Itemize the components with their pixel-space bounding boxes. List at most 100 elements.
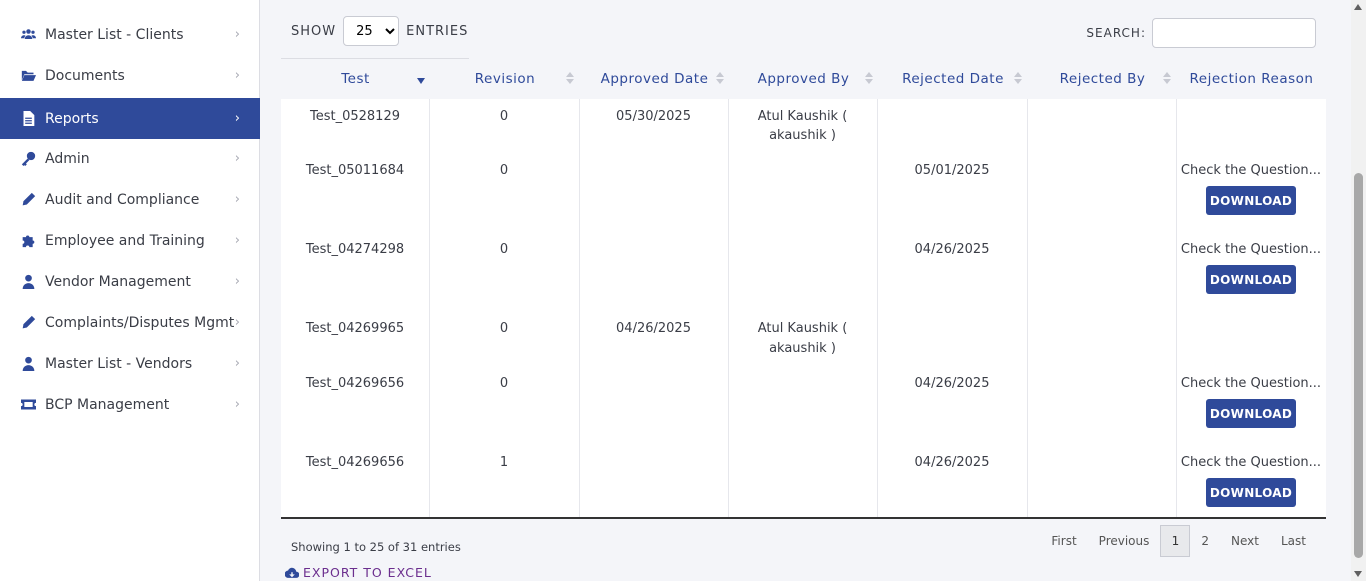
sidebar-item-admin[interactable]: Admin ›: [0, 138, 260, 179]
sidebar-item-label: Employee and Training: [45, 232, 205, 249]
sidebar-item-vendor-management[interactable]: Vendor Management ›: [0, 261, 260, 302]
sort-desc-icon[interactable]: [417, 78, 425, 84]
pager-last[interactable]: Last: [1270, 525, 1317, 557]
user-icon: [19, 273, 37, 291]
cell-test: Test_04274298: [305, 242, 405, 257]
chevron-right-icon: ›: [234, 233, 240, 248]
cell-revision: 0: [499, 242, 509, 257]
chevron-right-icon: ›: [234, 27, 240, 42]
cell-test: Test_05011684: [305, 163, 405, 178]
column-header-approved-date[interactable]: Approved Date: [580, 59, 729, 99]
sidebar-item-label: BCP Management: [45, 396, 170, 413]
reports-table-card: SHOW 25 ENTRIES SEARCH: Test Revision Ap…: [281, 0, 1326, 581]
chevron-right-icon: ›: [234, 397, 240, 412]
sidebar-item-master-list-vendors[interactable]: Master List - Vendors ›: [0, 343, 260, 384]
chevron-right-icon: ›: [234, 274, 240, 289]
sidebar-item-master-list-clients[interactable]: Master List - Clients ›: [0, 14, 260, 55]
sort-icon[interactable]: [1163, 72, 1171, 86]
search-label: SEARCH:: [1086, 26, 1146, 40]
cell-test: Test_0528129: [310, 109, 400, 124]
column-header-label: Approved By: [757, 71, 850, 87]
search-input[interactable]: [1152, 18, 1316, 48]
sort-icon[interactable]: [716, 72, 724, 86]
sidebar-item-reports[interactable]: Reports ›: [0, 98, 260, 139]
scroll-up-arrow-icon[interactable]: [1354, 4, 1362, 10]
download-button[interactable]: DOWNLOAD: [1206, 265, 1296, 294]
chevron-right-icon: ›: [234, 68, 240, 83]
cell-test: Test_04269656: [305, 376, 405, 391]
page-size-select[interactable]: 25: [343, 16, 400, 46]
cell-revision: 0: [499, 109, 509, 124]
column-header-approved-by[interactable]: Approved By: [729, 59, 878, 99]
sidebar: Master List - Clients › Documents › Repo…: [0, 0, 260, 581]
export-to-excel-link[interactable]: EXPORT TO EXCEL: [285, 565, 432, 580]
scroll-down-arrow-icon[interactable]: [1354, 571, 1362, 577]
column-header-label: Approved Date: [600, 71, 709, 87]
table-info: Showing 1 to 25 of 31 entries: [291, 540, 461, 554]
cell-rejected-date: 04/26/2025: [914, 242, 990, 257]
key-icon: [19, 150, 37, 168]
sidebar-item-label: Master List - Vendors: [45, 355, 193, 372]
pager-page-2[interactable]: 2: [1190, 525, 1220, 557]
sidebar-item-bcp-management[interactable]: BCP Management ›: [0, 384, 260, 425]
page-size-control: SHOW 25 ENTRIES: [291, 16, 468, 46]
cell-approved-by-username: akaushik ): [769, 341, 836, 356]
chevron-right-icon: ›: [234, 111, 240, 126]
sidebar-item-documents[interactable]: Documents ›: [0, 55, 260, 96]
pencil-icon: [19, 314, 37, 332]
sort-icon[interactable]: [865, 72, 873, 86]
table-header: Test Revision Approved Date Approved By …: [281, 58, 1326, 99]
pager-next[interactable]: Next: [1220, 525, 1270, 557]
ticket-icon: [19, 396, 37, 414]
download-button[interactable]: DOWNLOAD: [1206, 399, 1296, 428]
sidebar-item-complaints-disputes[interactable]: Complaints/Disputes Mgmt ›: [0, 302, 260, 343]
sidebar-item-label: Admin: [45, 150, 90, 167]
table-body: Test_0528129 0 05/30/2025 Atul Kaushik (…: [281, 99, 1326, 519]
column-header-revision[interactable]: Revision: [430, 59, 580, 99]
show-label: SHOW: [291, 23, 337, 39]
download-button[interactable]: DOWNLOAD: [1206, 478, 1296, 507]
pencil-icon: [19, 191, 37, 209]
chevron-right-icon: ›: [234, 356, 240, 371]
cell-approved-by: Atul Kaushik (: [757, 109, 848, 124]
sidebar-item-label: Audit and Compliance: [45, 191, 200, 208]
sort-icon[interactable]: [566, 72, 574, 86]
cell-rejection-reason: Check the Question...: [1180, 376, 1322, 391]
sidebar-item-label: Master List - Clients: [45, 26, 184, 43]
file-icon: [19, 110, 37, 128]
cell-rejected-date: 04/26/2025: [914, 376, 990, 391]
sidebar-item-label: Vendor Management: [45, 273, 191, 290]
cell-test: Test_04269656: [305, 455, 405, 470]
column-divider: [1027, 99, 1028, 517]
pager-page-1[interactable]: 1: [1160, 525, 1191, 557]
sidebar-item-label: Complaints/Disputes Mgmt: [45, 314, 235, 331]
column-header-rejected-by[interactable]: Rejected By: [1028, 59, 1177, 99]
scrollbar-thumb[interactable]: [1354, 173, 1363, 558]
sidebar-item-label: Documents: [45, 67, 125, 84]
cell-test: Test_04269965: [305, 321, 405, 336]
cell-rejection-reason: Check the Question...: [1180, 242, 1322, 257]
pager-first[interactable]: First: [1040, 525, 1087, 557]
column-header-rejection-reason[interactable]: Rejection Reason: [1177, 59, 1326, 99]
cell-revision: 0: [499, 163, 509, 178]
sort-icon[interactable]: [1014, 72, 1022, 86]
cell-approved-by-username: akaushik ): [769, 128, 836, 143]
folder-open-icon: [19, 67, 37, 85]
column-header-test[interactable]: Test: [281, 59, 430, 99]
cell-rejection-reason: Check the Question...: [1180, 163, 1322, 178]
cell-approved-by: Atul Kaushik (: [757, 321, 848, 336]
cell-revision: 1: [499, 455, 509, 470]
column-divider: [728, 99, 729, 517]
pagination: First Previous 1 2 Next Last: [1040, 525, 1317, 557]
cell-revision: 0: [499, 376, 509, 391]
chevron-right-icon: ›: [234, 192, 240, 207]
column-header-label: Revision: [474, 71, 536, 87]
sidebar-item-audit-and-compliance[interactable]: Audit and Compliance ›: [0, 179, 260, 220]
sidebar-item-employee-and-training[interactable]: Employee and Training ›: [0, 220, 260, 261]
cell-rejected-date: 04/26/2025: [914, 455, 990, 470]
page-scrollbar[interactable]: [1351, 0, 1366, 581]
column-header-rejected-date[interactable]: Rejected Date: [878, 59, 1028, 99]
sidebar-item-label: Reports: [45, 110, 99, 127]
download-button[interactable]: DOWNLOAD: [1206, 186, 1296, 215]
pager-previous[interactable]: Previous: [1088, 525, 1161, 557]
